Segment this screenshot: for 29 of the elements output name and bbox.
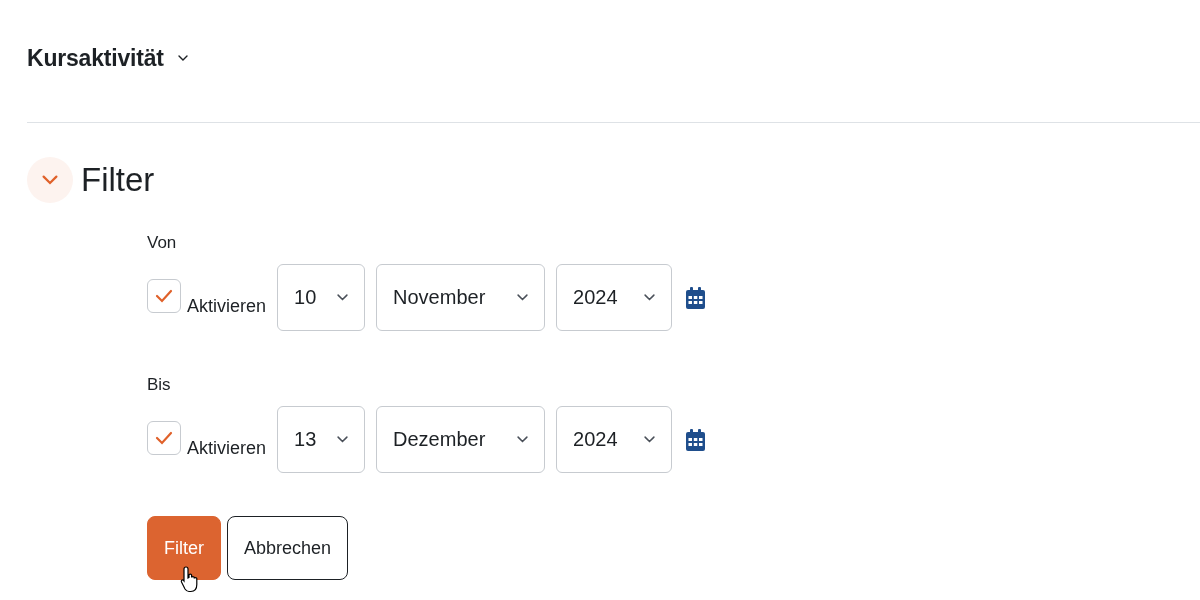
calendar-icon[interactable] — [686, 286, 706, 309]
chevron-icon — [517, 436, 529, 443]
day-select[interactable]: 13 — [277, 406, 366, 473]
check-icon — [155, 289, 173, 303]
chevron-icon — [337, 436, 349, 443]
section-title: Filter — [81, 160, 155, 200]
chevron-icon — [517, 294, 529, 301]
checkbox-label[interactable]: Aktivieren — [187, 296, 267, 316]
year-select[interactable]: 2024 — [556, 264, 673, 331]
calendar-icon[interactable] — [686, 428, 706, 451]
field-label: Von — [147, 233, 177, 253]
chevron-icon — [644, 436, 656, 443]
chevron-icon — [337, 294, 349, 301]
caret-icon — [177, 55, 188, 61]
year-select[interactable]: 2024 — [556, 406, 673, 473]
chevron-icon — [644, 294, 656, 301]
check-icon — [155, 431, 173, 445]
checkbox[interactable] — [147, 421, 181, 455]
checkbox-label[interactable]: Aktivieren — [187, 438, 267, 458]
cancel-button[interactable]: Abbrechen — [227, 516, 349, 580]
chevron-down-icon — [42, 175, 58, 185]
page-title: Kursaktivität — [27, 44, 164, 72]
field-label: Bis — [147, 375, 171, 395]
checkbox[interactable] — [147, 279, 181, 313]
month-select[interactable]: Dezember — [376, 406, 546, 473]
month-select[interactable]: November — [376, 264, 546, 331]
collapse-toggle[interactable] — [27, 157, 73, 203]
day-select[interactable]: 10 — [277, 264, 366, 331]
filter-button[interactable]: Filter — [147, 516, 221, 580]
